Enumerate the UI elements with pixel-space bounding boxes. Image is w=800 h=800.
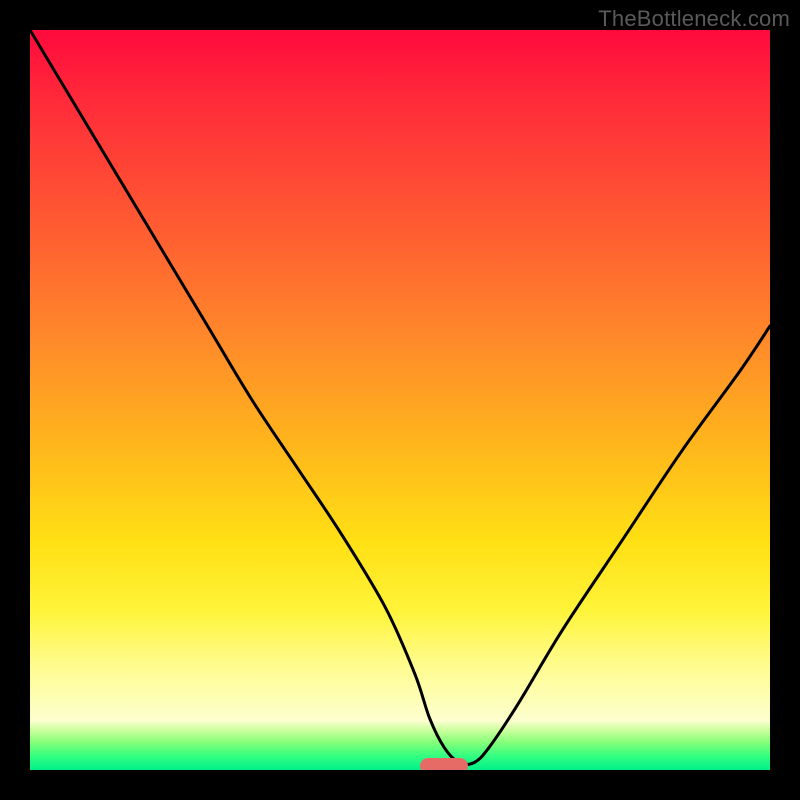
gradient-red-yellow: [30, 30, 770, 722]
plot-area: [30, 30, 770, 770]
gradient-background: [30, 30, 770, 770]
chart-frame: TheBottleneck.com: [0, 0, 800, 800]
watermark-text: TheBottleneck.com: [598, 6, 790, 32]
gradient-green-band: [30, 722, 770, 770]
